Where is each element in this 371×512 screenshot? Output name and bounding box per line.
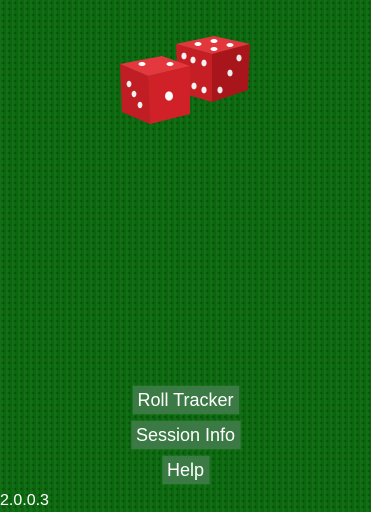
session-info-button[interactable]: Session Info: [130, 421, 241, 449]
die-left-icon: [120, 56, 190, 124]
version-label: 2.0.0.3: [0, 492, 49, 509]
dice-logo-icon: [118, 34, 252, 126]
roll-tracker-button[interactable]: Roll Tracker: [132, 386, 239, 414]
help-button[interactable]: Help: [161, 456, 210, 484]
